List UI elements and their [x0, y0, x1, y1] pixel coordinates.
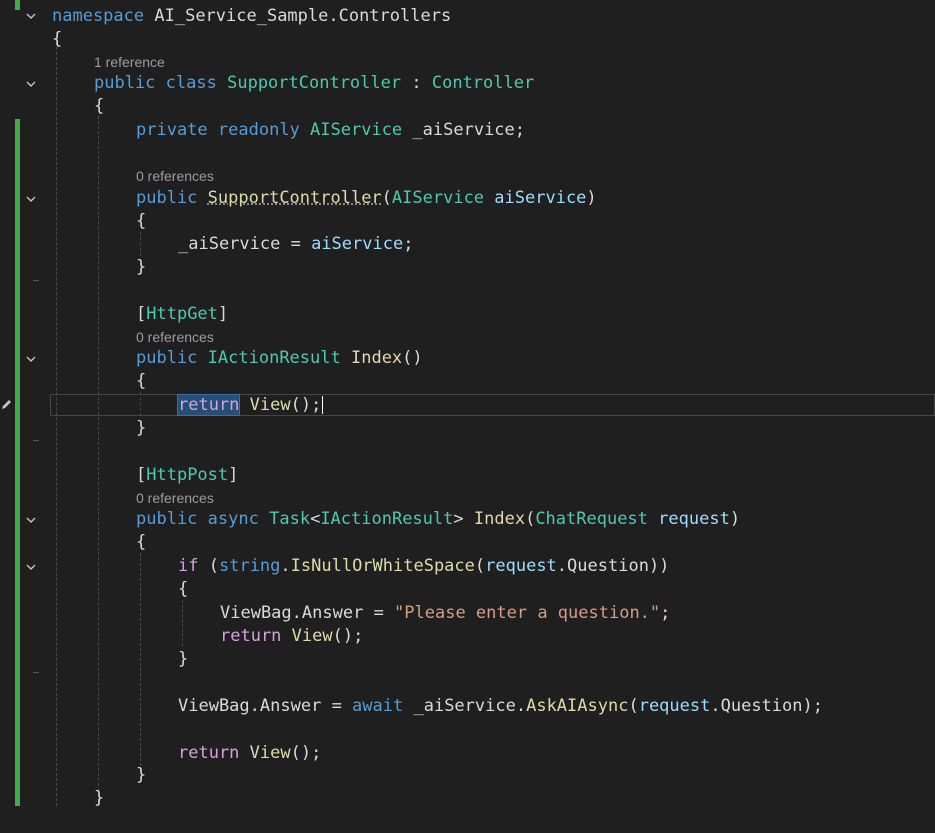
- identifier: ViewBag: [178, 696, 250, 716]
- keyword: public: [94, 73, 156, 93]
- brace: }: [136, 765, 147, 785]
- type-name: AIService: [310, 120, 403, 140]
- parameter-name: request: [485, 556, 557, 576]
- parameter-name: aiService: [494, 188, 587, 208]
- brace: {: [136, 532, 147, 552]
- code-line[interactable]: {: [0, 210, 935, 233]
- type-name: Task: [269, 509, 311, 529]
- code-line[interactable]: ViewBag.Answer = "Please enter a questio…: [0, 602, 935, 625]
- keyword: await: [352, 696, 404, 716]
- property-name: Answer: [301, 603, 364, 623]
- keyword: return: [178, 743, 240, 763]
- keyword: public: [136, 188, 198, 208]
- attribute-name: HttpPost: [146, 465, 229, 485]
- code-line[interactable]: public IActionResult Index(): [0, 347, 935, 370]
- keyword: private: [136, 120, 208, 140]
- keyword: return: [220, 626, 282, 646]
- method-name: View: [249, 743, 291, 763]
- code-line[interactable]: [HttpPost]: [0, 464, 935, 487]
- code-line[interactable]: {: [0, 28, 935, 51]
- brace: {: [136, 211, 147, 231]
- parameter-name: request: [658, 509, 730, 529]
- code-line-current[interactable]: return View();: [0, 394, 935, 417]
- code-line[interactable]: {: [0, 578, 935, 601]
- base-class: Controller: [431, 73, 535, 93]
- code-line[interactable]: private readonly AIService _aiService;: [0, 119, 935, 142]
- method-name: Index: [350, 348, 403, 368]
- property-name: Answer: [259, 696, 322, 716]
- constructor-name: SupportController: [207, 188, 382, 208]
- brace: }: [94, 788, 105, 808]
- brace: }: [136, 257, 147, 277]
- brace: {: [52, 29, 63, 49]
- identifier: ViewBag: [220, 603, 292, 623]
- property-name: Question: [567, 556, 649, 576]
- codelens-references[interactable]: 0 references: [136, 167, 214, 185]
- code-line[interactable]: }: [0, 648, 935, 671]
- keyword: namespace: [52, 6, 145, 26]
- field-name: _aiService: [413, 696, 516, 716]
- code-line[interactable]: }: [0, 256, 935, 279]
- method-name: Index: [473, 509, 526, 529]
- code-line[interactable]: }: [0, 764, 935, 787]
- code-line[interactable]: {: [0, 95, 935, 118]
- brace: }: [136, 418, 147, 438]
- property-name: Question: [720, 696, 803, 716]
- keyword: string: [218, 556, 281, 576]
- fold-end-marker: [33, 440, 39, 441]
- keyword: async: [207, 509, 259, 529]
- method-name: View: [291, 626, 333, 646]
- parameter-name: aiService: [311, 234, 404, 254]
- brace: {: [94, 96, 105, 116]
- parameter-name: request: [638, 696, 711, 716]
- code-line[interactable]: }: [0, 417, 935, 440]
- method-name: AskAIAsync: [526, 696, 629, 716]
- brace: {: [136, 371, 147, 391]
- codelens-references[interactable]: 0 references: [136, 489, 214, 507]
- keyword: if: [178, 556, 199, 576]
- code-line[interactable]: if (string.IsNullOrWhiteSpace(request.Qu…: [0, 555, 935, 578]
- type-name: ChatRequest: [535, 509, 648, 529]
- code-line[interactable]: public async Task<IActionResult> Index(C…: [0, 508, 935, 531]
- type-name: IActionResult: [207, 348, 341, 368]
- string-literal: "Please enter a question.": [394, 603, 661, 623]
- fold-end-marker: [33, 280, 39, 281]
- brace: }: [178, 649, 189, 669]
- code-line[interactable]: namespace AI_Service_Sample.Controllers: [0, 5, 935, 28]
- code-line[interactable]: _aiService = aiService;: [0, 233, 935, 256]
- method-name: View: [249, 395, 291, 415]
- code-line[interactable]: {: [0, 531, 935, 554]
- text-caret: [322, 396, 324, 414]
- method-name: IsNullOrWhiteSpace: [290, 556, 475, 576]
- code-line[interactable]: return View();: [0, 742, 935, 765]
- keyword-highlighted: return: [176, 394, 241, 416]
- field-name: _aiService: [178, 234, 281, 254]
- code-line[interactable]: ViewBag.Answer = await _aiService.AskAIA…: [0, 695, 935, 718]
- field-name: _aiService;: [412, 120, 526, 140]
- fold-end-marker: [33, 672, 39, 673]
- codelens-references[interactable]: 0 references: [136, 328, 214, 346]
- code-line[interactable]: }: [0, 787, 935, 810]
- keyword: readonly: [217, 120, 300, 140]
- brace: {: [178, 579, 189, 599]
- code-line[interactable]: [HttpGet]: [0, 303, 935, 326]
- colon: :: [411, 73, 422, 93]
- attribute-name: HttpGet: [146, 304, 218, 324]
- code-line[interactable]: public class SupportController : Control…: [0, 72, 935, 95]
- code-line[interactable]: return View();: [0, 625, 935, 648]
- code-line[interactable]: {: [0, 370, 935, 393]
- keyword: class: [165, 73, 217, 93]
- namespace-name: AI_Service_Sample.Controllers: [154, 6, 452, 26]
- codelens-references[interactable]: 1 reference: [94, 53, 165, 71]
- type-name: IActionResult: [320, 509, 454, 529]
- class-name: SupportController: [227, 73, 402, 93]
- type-name: AIService: [391, 188, 485, 208]
- keyword: public: [136, 348, 198, 368]
- code-line[interactable]: public SupportController(AIService aiSer…: [0, 187, 935, 210]
- keyword: public: [136, 509, 198, 529]
